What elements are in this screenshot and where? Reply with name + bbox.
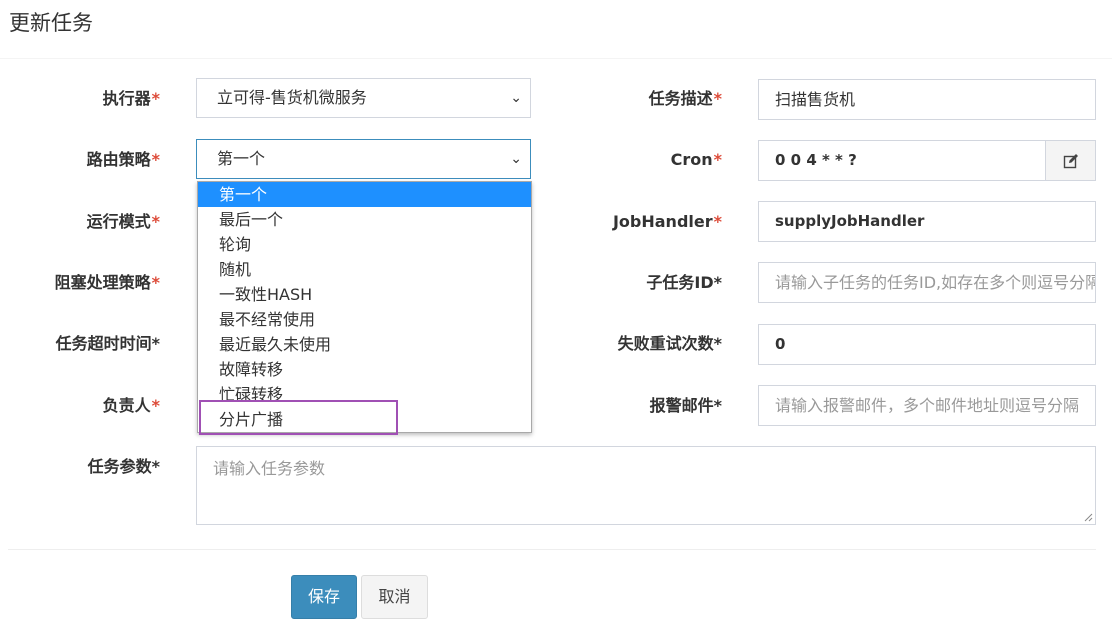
executor-value: 立可得-售货机微服务 — [217, 88, 367, 107]
alarm-email-input[interactable]: 请输入报警邮件，多个邮件地址则逗号分隔 — [758, 385, 1096, 426]
dropdown-option[interactable]: 第一个 — [198, 182, 531, 207]
dropdown-option[interactable]: 故障转移 — [198, 357, 531, 382]
params-placeholder: 请输入任务参数 — [213, 459, 326, 478]
jobhandler-input[interactable]: supplyJobHandler — [758, 201, 1096, 242]
cancel-button[interactable]: 取消 — [361, 575, 428, 619]
block-strategy-label: 阻塞处理策略* — [54, 273, 160, 292]
box-header: 更新任务 — [0, 0, 1112, 59]
chevron-down-icon: ⌄ — [510, 151, 522, 167]
params-textarea[interactable]: 请输入任务参数 — [196, 446, 1096, 525]
route-strategy-value: 第一个 — [217, 149, 266, 168]
cron-input[interactable]: 0 0 4 * * ? — [758, 140, 1046, 181]
jobhandler-label: JobHandler* — [612, 212, 722, 231]
executor-label: 执行器* — [102, 89, 160, 108]
timeout-label: 任务超时时间* — [55, 334, 160, 353]
dropdown-option[interactable]: 最不经常使用 — [198, 307, 531, 332]
divider — [8, 549, 1096, 550]
params-label: 任务参数* — [87, 457, 160, 476]
cron-edit-button[interactable] — [1045, 140, 1096, 181]
desc-input[interactable]: 扫描售货机 — [758, 79, 1096, 120]
desc-label: 任务描述* — [648, 89, 722, 108]
owner-label: 负责人* — [102, 396, 160, 415]
alarm-email-label: 报警邮件* — [649, 396, 722, 415]
cron-label: Cron* — [670, 150, 722, 169]
retry-label: 失败重试次数* — [617, 334, 722, 353]
run-mode-label: 运行模式* — [86, 212, 160, 231]
route-strategy-dropdown[interactable]: 第一个 最后一个 轮询 随机 一致性HASH 最不经常使用 最近最久未使用 故障… — [197, 181, 532, 433]
retry-input[interactable]: 0 — [758, 324, 1096, 365]
route-strategy-select[interactable]: 第一个 ⌄ — [196, 139, 531, 179]
save-button[interactable]: 保存 — [291, 575, 357, 619]
dropdown-option[interactable]: 一致性HASH — [198, 282, 531, 307]
dropdown-option[interactable]: 轮询 — [198, 232, 531, 257]
page-title: 更新任务 — [9, 11, 93, 35]
child-task-input[interactable]: 请输入子任务的任务ID,如存在多个则逗号分隔 — [758, 262, 1096, 303]
executor-select[interactable]: 立可得-售货机微服务 ⌄ — [196, 78, 531, 118]
resize-grip-icon[interactable] — [1083, 512, 1093, 522]
dropdown-option[interactable]: 最后一个 — [198, 207, 531, 232]
dropdown-option[interactable]: 最近最久未使用 — [198, 332, 531, 357]
child-task-label: 子任务ID* — [646, 273, 722, 292]
highlight-box — [199, 400, 398, 435]
dropdown-option[interactable]: 随机 — [198, 257, 531, 282]
chevron-down-icon: ⌄ — [510, 90, 522, 106]
route-strategy-label: 路由策略* — [86, 150, 160, 169]
edit-icon — [1063, 153, 1078, 168]
